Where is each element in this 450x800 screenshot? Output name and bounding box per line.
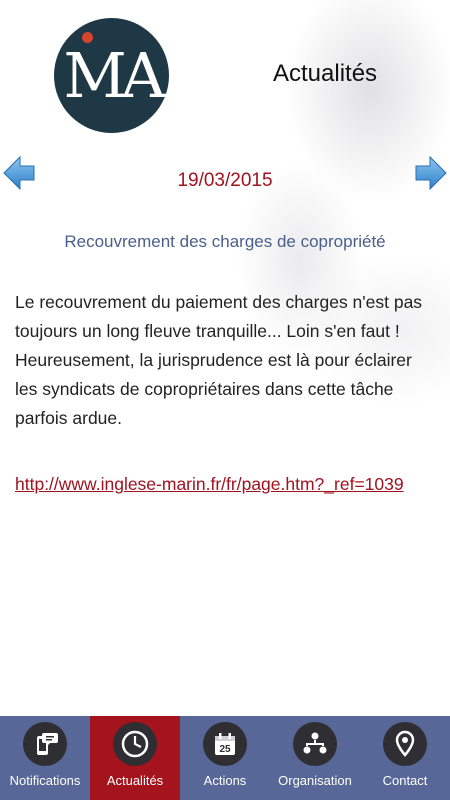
tab-contact[interactable]: Contact xyxy=(360,716,450,800)
bottom-tab-bar: Notifications Actualités 25 Actions Orga… xyxy=(0,716,450,800)
article-link[interactable]: http://www.inglese-marin.fr/fr/page.htm?… xyxy=(15,470,415,499)
tab-label: Actualités xyxy=(106,773,164,788)
article-date: 19/03/2015 xyxy=(177,170,273,191)
chat-phone-icon xyxy=(23,722,67,766)
location-pin-icon xyxy=(383,722,427,766)
tab-label: Contact xyxy=(382,773,428,788)
clock-icon xyxy=(113,722,157,766)
logo: MA xyxy=(54,18,169,133)
org-chart-icon xyxy=(293,722,337,766)
tab-actions[interactable]: 25 Actions xyxy=(180,716,270,800)
tab-notifications[interactable]: Notifications xyxy=(0,716,90,800)
tab-label: Organisation xyxy=(278,773,352,788)
logo-text: MA xyxy=(63,39,165,112)
article-title: Recouvrement des charges de copropriété xyxy=(64,232,386,251)
tab-organisation[interactable]: Organisation xyxy=(270,716,360,800)
calendar-icon: 25 xyxy=(203,722,247,766)
article-body: Le recouvrement du paiement des charges … xyxy=(15,292,423,428)
tab-actualites[interactable]: Actualités xyxy=(90,716,180,800)
tab-label: Actions xyxy=(203,773,247,788)
page-title: Actualités xyxy=(273,60,378,87)
calendar-day: 25 xyxy=(219,744,231,755)
tab-label: Notifications xyxy=(9,773,81,788)
